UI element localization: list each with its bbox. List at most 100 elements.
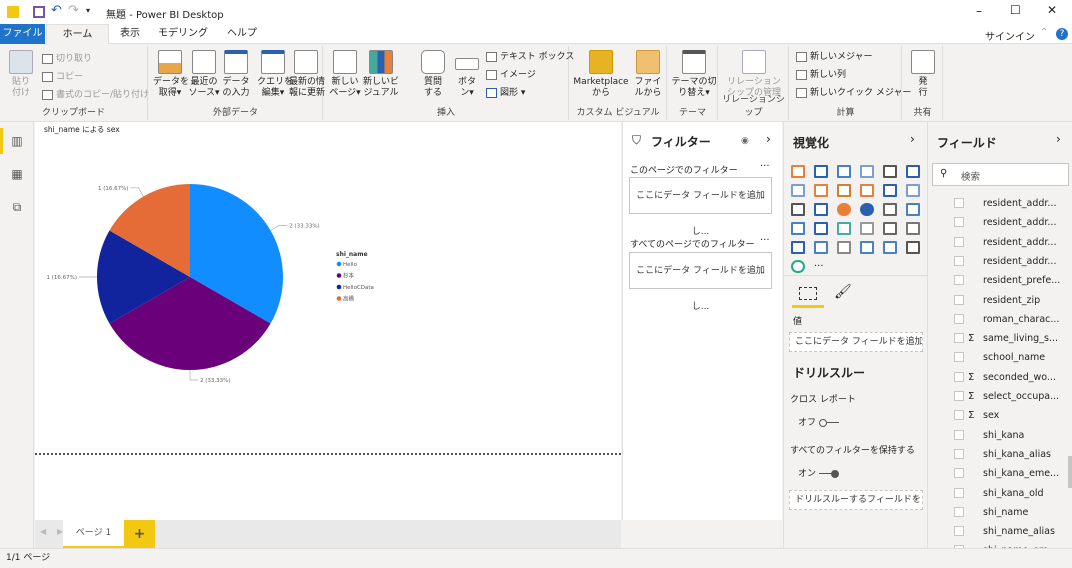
customize-toolbar-icon[interactable]: ▾ — [86, 6, 90, 15]
eye-icon[interactable]: ◉ — [741, 136, 749, 146]
pie-visual-icon[interactable] — [837, 203, 851, 216]
edit-queries-button[interactable]: クエリを 編集▾ — [257, 50, 293, 99]
stacked-column-visual-icon[interactable] — [814, 165, 828, 178]
prev-page-icon[interactable]: ◀ — [40, 527, 46, 536]
matrix-visual-icon[interactable] — [860, 241, 874, 254]
page-filters-well[interactable]: ここにデータ フィールドを追加し... — [629, 177, 772, 237]
field-item[interactable]: resident_addr... — [928, 213, 1063, 232]
100-bar-visual-icon[interactable] — [883, 165, 897, 178]
python-visual-icon[interactable] — [814, 241, 828, 254]
format-paint-roller-icon[interactable]: 🖌 — [834, 284, 852, 300]
fields-tab-icon[interactable] — [799, 287, 817, 300]
from-file-button[interactable]: ファイ ルから — [632, 50, 664, 99]
table-visual-icon[interactable] — [837, 241, 851, 254]
key-influencers-visual-icon[interactable] — [906, 241, 920, 254]
filled-map-visual-icon[interactable] — [791, 222, 805, 235]
more-visuals-icon[interactable]: ··· — [814, 261, 824, 272]
legend-item[interactable]: 高橋 — [343, 295, 355, 303]
refresh-button[interactable]: 最新の情 報に更新 — [289, 50, 325, 99]
field-item[interactable]: shi_kana_eme... — [928, 464, 1063, 483]
field-checkbox[interactable] — [954, 410, 964, 421]
tab-home[interactable]: ホーム — [46, 24, 109, 44]
tab-help[interactable]: ヘルプ — [222, 24, 262, 44]
100-column-visual-icon[interactable] — [906, 165, 920, 178]
model-view-icon[interactable]: ⧉ — [9, 200, 25, 214]
field-item[interactable]: roman_charac... — [928, 310, 1063, 329]
publish-button[interactable]: 発 行 — [907, 50, 939, 99]
add-page-button[interactable]: + — [124, 520, 155, 548]
field-checkbox[interactable] — [954, 198, 964, 208]
field-checkbox[interactable] — [954, 545, 964, 548]
field-checkbox[interactable] — [954, 255, 964, 266]
field-checkbox[interactable] — [954, 448, 964, 459]
globe-map-visual-icon[interactable] — [791, 260, 805, 273]
cross-report-toggle[interactable]: オフ — [798, 415, 839, 428]
shapes-button[interactable]: 図形 ▾ — [486, 86, 525, 100]
cut-button[interactable]: 切り取り — [42, 52, 92, 66]
report-view-icon[interactable]: ▥ — [9, 134, 25, 148]
switch-theme-button[interactable]: テーマの切 り替え▾ — [670, 50, 718, 99]
field-item[interactable]: shi_name — [928, 503, 1063, 522]
tab-modeling[interactable]: モデリング — [155, 24, 211, 44]
line-column-visual-icon[interactable] — [860, 184, 874, 197]
scrollbar-thumb[interactable] — [1068, 456, 1072, 488]
data-view-icon[interactable]: ▦ — [9, 167, 25, 181]
new-page-button[interactable]: 新しい ページ▾ — [328, 50, 362, 99]
tab-file[interactable]: ファイル — [0, 24, 45, 44]
stacked-area-visual-icon[interactable] — [837, 184, 851, 197]
maximize-button[interactable]: ☐ — [1010, 3, 1021, 17]
stacked-bar-visual-icon[interactable] — [791, 165, 805, 178]
field-item[interactable]: resident_addr... — [928, 252, 1063, 271]
new-measure-button[interactable]: 新しいメジャー — [796, 50, 873, 64]
pie-chart[interactable]: 2 (33.33%) 2 (33.33%) 1 (16.67%) 1 (16.67%)… — [35, 122, 621, 520]
clustered-bar-visual-icon[interactable] — [837, 165, 851, 178]
field-checkbox[interactable] — [954, 371, 964, 382]
collapse-viz-icon[interactable]: › — [910, 132, 915, 146]
map-visual-icon[interactable] — [906, 203, 920, 216]
recent-sources-button[interactable]: 最近の ソース▾ — [187, 50, 221, 99]
field-item[interactable]: school_name — [928, 348, 1063, 367]
field-checkbox[interactable] — [954, 526, 964, 537]
kpi-visual-icon[interactable] — [906, 222, 920, 235]
field-item[interactable]: shi_kana — [928, 426, 1063, 445]
textbox-button[interactable]: テキスト ボックス — [486, 50, 574, 64]
r-script-visual-icon[interactable] — [883, 241, 897, 254]
field-checkbox[interactable] — [954, 352, 964, 363]
field-checkbox[interactable] — [954, 468, 964, 479]
undo-icon[interactable]: ↶ — [51, 3, 62, 18]
scatter-visual-icon[interactable] — [814, 203, 828, 216]
enter-data-button[interactable]: データ の入力 — [221, 50, 251, 99]
field-checkbox[interactable] — [954, 313, 964, 324]
search-input[interactable]: 検索 — [961, 169, 980, 183]
search-box[interactable]: ⚲ 検索 — [932, 163, 1069, 186]
area-visual-icon[interactable] — [814, 184, 828, 197]
copy-button[interactable]: コピー — [42, 70, 83, 84]
minimize-button[interactable]: – — [976, 4, 982, 18]
ribbon-visual-icon[interactable] — [906, 184, 920, 197]
treemap-visual-icon[interactable] — [883, 203, 897, 216]
tab-view[interactable]: 表示 — [112, 24, 148, 44]
line-clustered-visual-icon[interactable] — [883, 184, 897, 197]
waterfall-visual-icon[interactable] — [791, 203, 805, 216]
clustered-column-visual-icon[interactable] — [860, 165, 874, 178]
legend-item[interactable]: HelloCData — [343, 285, 374, 291]
slicer-visual-icon[interactable] — [791, 241, 805, 254]
field-checkbox[interactable] — [954, 333, 964, 344]
new-column-button[interactable]: 新しい列 — [796, 68, 846, 82]
field-checkbox[interactable] — [954, 236, 964, 247]
collapse-fields-icon[interactable]: › — [1056, 132, 1061, 146]
legend-item[interactable]: 杉本 — [343, 272, 355, 280]
field-checkbox[interactable] — [954, 506, 964, 517]
field-checkbox[interactable] — [954, 391, 964, 401]
field-checkbox[interactable] — [954, 294, 964, 305]
get-data-button[interactable]: データを 取得▾ — [153, 50, 189, 99]
collapse-filters-icon[interactable]: › — [766, 132, 771, 146]
buttons-button[interactable]: ボタ ン▾ — [452, 50, 482, 99]
field-item[interactable]: Σselect_occupa... — [928, 387, 1063, 406]
field-item[interactable]: resident_addr... — [928, 233, 1063, 252]
keep-filters-toggle[interactable]: オン — [798, 466, 839, 479]
close-button[interactable]: ✕ — [1047, 3, 1057, 17]
line-visual-icon[interactable] — [791, 184, 805, 197]
redo-icon[interactable]: ↷ — [68, 3, 79, 18]
field-item[interactable]: Σsame_living_s... — [928, 329, 1063, 348]
